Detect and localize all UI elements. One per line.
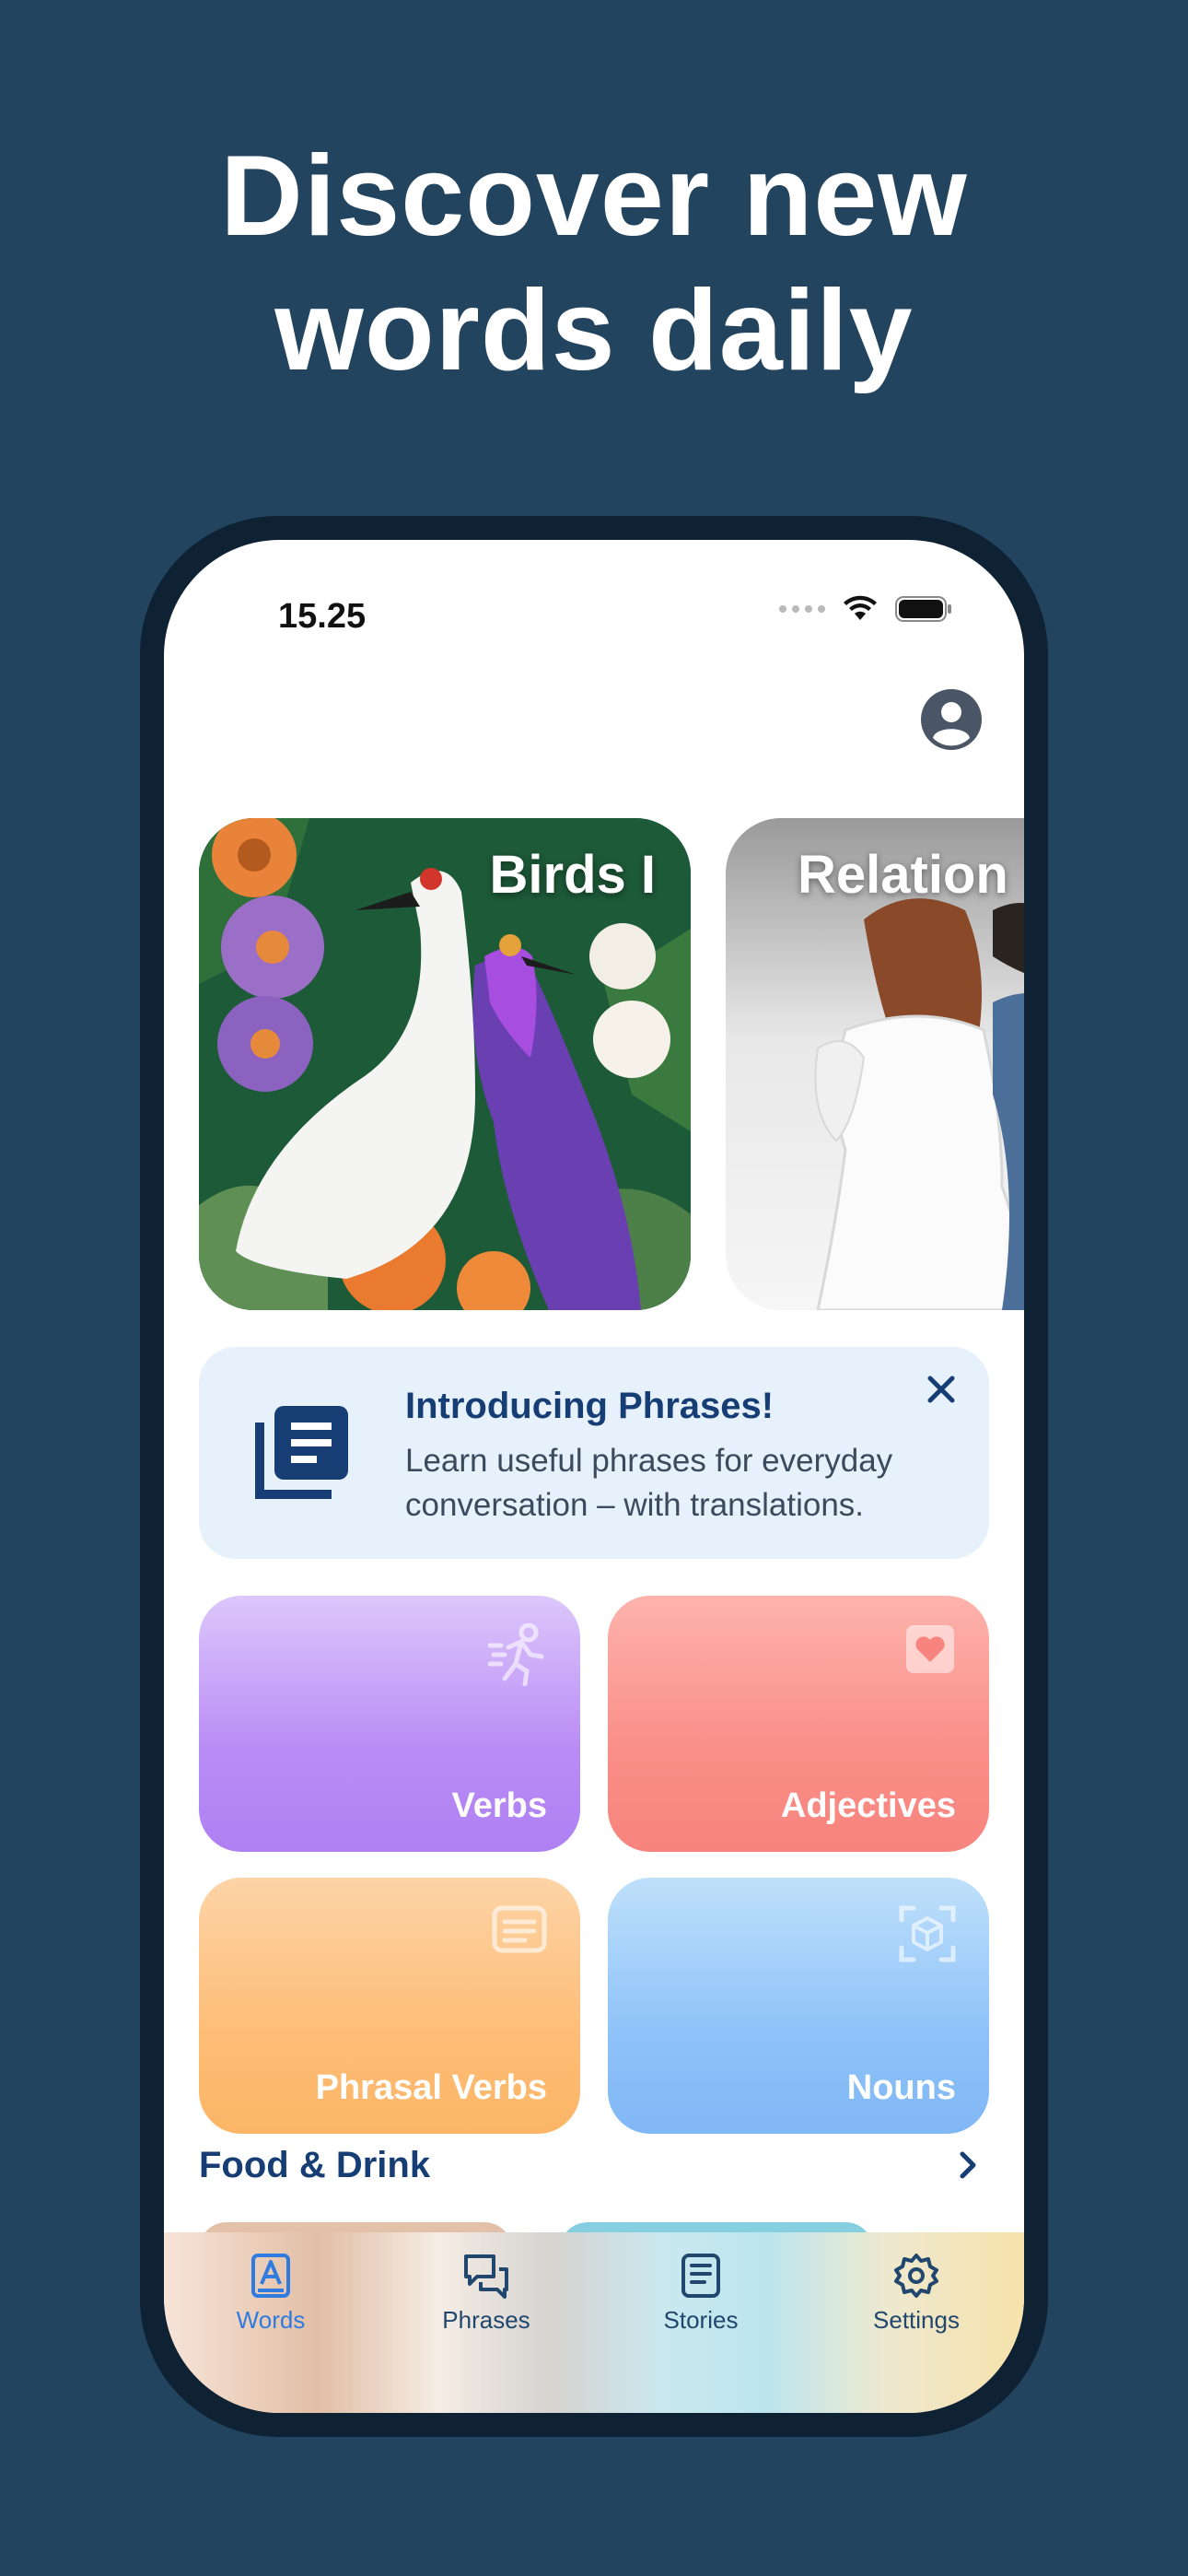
featured-tile-relation[interactable]: Relation xyxy=(726,818,1024,1310)
headline-line-2: words daily xyxy=(274,267,914,394)
close-icon[interactable] xyxy=(919,1367,963,1411)
tab-settings[interactable]: Settings xyxy=(843,2253,990,2335)
tab-label: Phrases xyxy=(442,2306,530,2334)
document-icon xyxy=(681,2254,720,2298)
category-adjectives[interactable]: Adjectives xyxy=(608,1596,989,1852)
marketing-headline: Discover new words daily xyxy=(0,129,1188,398)
category-verbs[interactable]: Verbs xyxy=(199,1596,580,1852)
banner-title: Introducing Phrases! xyxy=(405,1386,775,1426)
tab-words[interactable]: Words xyxy=(197,2253,344,2335)
gear-icon xyxy=(894,2254,938,2298)
featured-carousel[interactable]: Birds I Relation xyxy=(199,818,1024,1310)
chat-bubbles-icon xyxy=(464,2254,508,2299)
book-a-icon xyxy=(251,2254,290,2298)
wifi-icon xyxy=(844,595,877,620)
featured-tile-title: Relation xyxy=(798,845,1008,905)
heart-card-icon xyxy=(906,1625,954,1673)
battery-icon xyxy=(895,596,951,622)
text-card-icon xyxy=(492,1905,547,1953)
tab-label: Words xyxy=(236,2306,306,2334)
headline-line-1: Discover new xyxy=(220,133,968,260)
phrases-announcement-banner[interactable]: Introducing Phrases! Learn useful phrase… xyxy=(199,1347,989,1559)
tab-stories[interactable]: Stories xyxy=(627,2253,775,2335)
tab-bar: Words Phrases Stories Settings xyxy=(164,2232,1024,2413)
category-nouns[interactable]: Nouns xyxy=(608,1878,989,2134)
book-stack-icon xyxy=(255,1406,348,1499)
person-circle-icon[interactable] xyxy=(919,687,984,752)
cube-scan-icon xyxy=(899,1905,956,1962)
tab-label: Settings xyxy=(873,2306,960,2334)
category-label: Adjectives xyxy=(780,1786,956,1825)
chevron-right-icon[interactable] xyxy=(954,2147,982,2184)
category-label: Phrasal Verbs xyxy=(315,2068,547,2107)
category-label: Verbs xyxy=(451,1786,547,1825)
tab-label: Stories xyxy=(663,2306,739,2334)
phone-frame: 15.25 Birds I Relation Introducing Phras… xyxy=(140,516,1048,2437)
banner-description: Learn useful phrases for everyday conver… xyxy=(405,1443,893,1523)
running-person-icon xyxy=(488,1623,544,1686)
category-phrasal-verbs[interactable]: Phrasal Verbs xyxy=(199,1878,580,2134)
featured-tile-birds[interactable]: Birds I xyxy=(199,818,691,1310)
category-label: Nouns xyxy=(846,2068,956,2107)
tab-phrases[interactable]: Phrases xyxy=(413,2253,560,2335)
status-time: 15.25 xyxy=(278,597,367,636)
app-screen: 15.25 Birds I Relation Introducing Phras… xyxy=(164,540,1024,2413)
signal-dots-icon xyxy=(779,605,825,613)
status-icons xyxy=(779,595,952,623)
featured-tile-title: Birds I xyxy=(489,845,657,905)
section-title[interactable]: Food & Drink xyxy=(199,2145,430,2186)
